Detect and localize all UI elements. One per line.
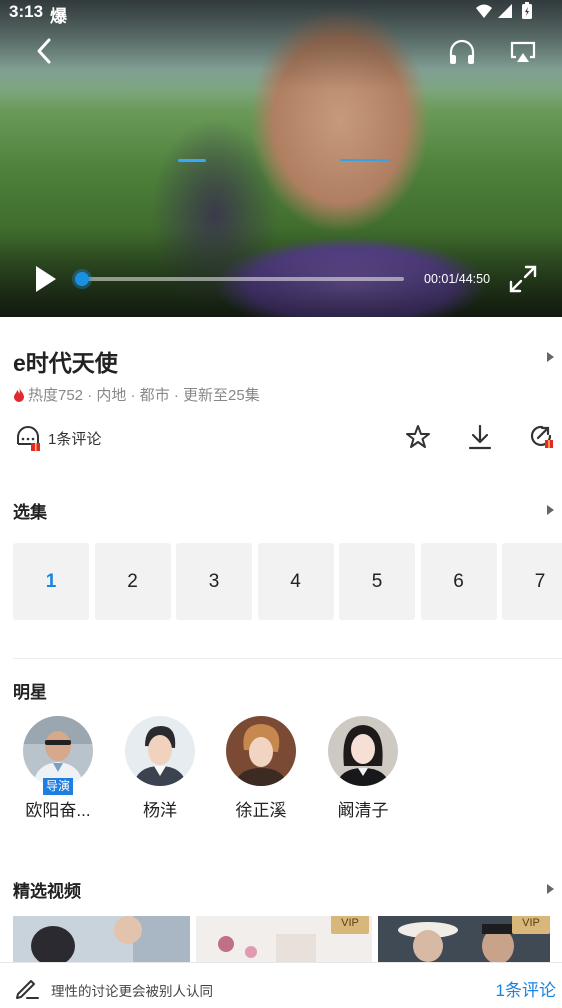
avatar [125,716,195,786]
share-button[interactable] [528,424,554,450]
episode-button[interactable]: 3 [176,543,252,620]
fullscreen-button[interactable] [508,264,538,294]
episode-button[interactable]: 5 [339,543,415,620]
show-detail-button[interactable] [544,350,556,364]
action-row: 1条评论 [0,420,562,456]
featured-section-title: 精选视频 [13,882,81,901]
episode-button[interactable]: 7 [502,543,562,620]
section-divider [13,658,562,659]
status-icons [474,2,544,27]
back-button[interactable] [30,36,60,66]
seek-bar[interactable] [74,272,404,286]
star-name: 阚清子 [337,801,389,820]
comment-button[interactable]: 1条评论 [14,424,101,452]
video-light-glint [178,159,206,162]
episode-button[interactable]: 6 [420,543,497,620]
avatar [226,716,296,786]
fire-icon [14,387,24,402]
director-badge: 导演 [43,778,73,795]
download-button[interactable] [467,424,493,450]
play-icon [36,266,56,292]
airplay-icon [510,41,536,62]
star-name: 徐正溪 [235,801,287,820]
star-outline-icon [406,425,430,448]
vip-badge: VIP [512,916,550,934]
status-bar: 3:13 爆 [0,0,562,27]
star-name: 欧阳奋... [25,801,91,820]
play-button[interactable] [32,264,60,294]
avatar [328,716,398,786]
episodes-more-button[interactable] [545,503,555,515]
video-light-glint [340,159,390,161]
avatar [23,716,93,786]
comment-gift-icon [17,426,40,451]
expand-icon [509,265,537,293]
triangle-right-icon [547,352,554,362]
stars-section-title: 明星 [13,683,47,702]
favorite-button[interactable] [405,424,431,450]
wifi-signal-battery-icon [476,2,532,19]
chevron-left-icon [37,38,51,64]
triangle-right-icon [547,884,554,894]
audio-mode-button[interactable] [446,36,478,68]
episode-button[interactable]: 4 [257,543,334,620]
show-title[interactable]: e时代天使 [13,344,118,378]
episode-list: 1234567 [13,543,562,620]
featured-video-thumbnail[interactable]: VIP [378,916,550,964]
episodes-section-title: 选集 [13,503,47,522]
episode-button[interactable]: 2 [94,543,171,620]
featured-video-thumbnail[interactable]: VIP [196,916,372,964]
featured-more-button[interactable] [545,882,555,894]
comment-input-bar[interactable]: 理性的讨论更会被别人认同 1条评论 [0,962,562,1008]
star-name: 杨洋 [143,801,177,820]
headphones-icon [449,39,475,64]
show-meta-text: 热度752 · 内地 · 都市 · 更新至25集 [28,387,260,404]
edit-comment-button[interactable] [14,975,40,1001]
triangle-right-icon [547,505,554,515]
featured-video-list: VIP VIP [13,916,562,964]
share-gift-icon [530,425,553,448]
status-time: 3:13 [9,2,44,21]
comment-count-label: 1条评论 [48,430,102,448]
cast-button[interactable] [507,36,539,68]
download-icon [468,424,492,450]
vip-badge: VIP [331,916,369,934]
comment-input-placeholder[interactable]: 理性的讨论更会被别人认同 [51,980,213,1000]
pencil-icon [16,980,39,999]
comments-link[interactable]: 1条评论 [496,976,556,1001]
video-player[interactable]: 3:13 爆 00:01/44:50 [0,0,562,317]
featured-video-thumbnail[interactable] [13,916,190,964]
status-carrier-icon: 爆 [50,7,67,26]
time-readout: 00:01/44:50 [424,272,491,286]
show-meta: 热度752 · 内地 · 都市 · 更新至25集 [13,384,260,405]
episode-button[interactable]: 1 [13,543,89,620]
seek-thumb[interactable] [74,272,89,286]
